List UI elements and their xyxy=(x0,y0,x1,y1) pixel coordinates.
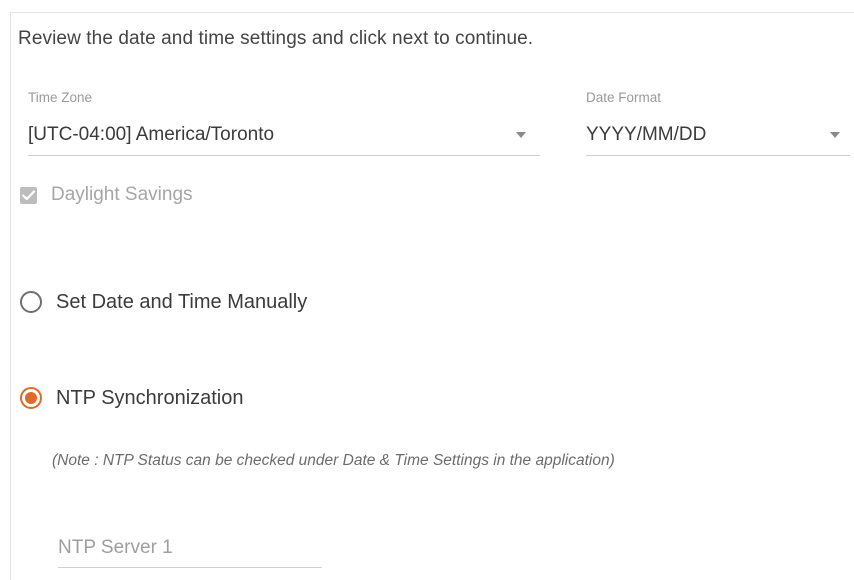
checkmark-icon xyxy=(22,189,35,200)
radio-ntp-synchronization[interactable]: NTP Synchronization xyxy=(20,384,244,412)
radio-set-manually-label: Set Date and Time Manually xyxy=(56,290,308,313)
intro-text: Review the date and time settings and cl… xyxy=(18,28,534,49)
ntp-note: (Note : NTP Status can be checked under … xyxy=(52,452,615,469)
chevron-down-icon xyxy=(516,132,526,138)
time-zone-label: Time Zone xyxy=(28,90,93,105)
date-format-value: YYYY/MM/DD xyxy=(586,124,707,145)
radio-set-manually[interactable]: Set Date and Time Manually xyxy=(20,288,307,316)
daylight-savings-checkbox[interactable] xyxy=(20,186,37,204)
ntp-server-1-input[interactable] xyxy=(58,528,322,568)
daylight-savings-checkbox-row[interactable]: Daylight Savings xyxy=(20,182,193,208)
date-format-label: Date Format xyxy=(586,90,662,105)
time-zone-select[interactable]: [UTC-04:00] America/Toronto xyxy=(28,116,540,156)
time-zone-value: [UTC-04:00] America/Toronto xyxy=(28,124,275,145)
daylight-savings-label: Daylight Savings xyxy=(51,184,193,205)
radio-ntp-label: NTP Synchronization xyxy=(56,386,244,409)
radio-button-selected[interactable] xyxy=(20,387,42,409)
date-format-select[interactable]: YYYY/MM/DD xyxy=(586,116,850,156)
chevron-down-icon xyxy=(830,132,840,138)
radio-button-unselected[interactable] xyxy=(20,291,42,313)
